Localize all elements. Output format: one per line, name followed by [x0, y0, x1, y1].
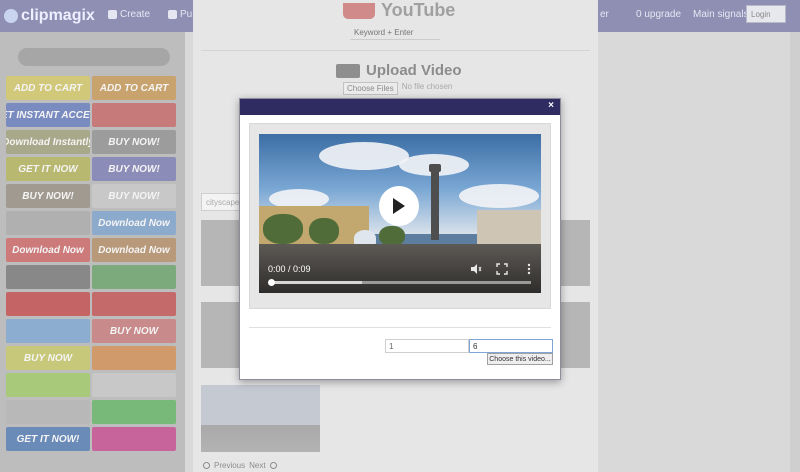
logo-text: clipmagix [21, 7, 95, 24]
video-frame-tree [309, 218, 339, 244]
divider [201, 50, 590, 51]
ad-button[interactable] [92, 373, 176, 397]
video-frame-tree [263, 214, 303, 244]
nav-publish[interactable]: Pu [168, 9, 192, 20]
ad-button[interactable]: BUY NOW! [92, 184, 176, 208]
ad-button[interactable] [92, 265, 176, 289]
ad-button[interactable]: ADD TO CART [6, 76, 90, 100]
ad-button[interactable] [6, 319, 90, 343]
play-button[interactable] [379, 186, 419, 226]
next-icon [269, 462, 277, 469]
choose-video-button[interactable]: Choose this video... [487, 353, 553, 365]
ad-button[interactable] [6, 211, 90, 235]
video-thumbnail[interactable] [560, 302, 590, 368]
ad-button[interactable]: Download Now [6, 238, 90, 262]
ad-button[interactable]: BUY NOW! [92, 130, 176, 154]
pagination: Previous Next [203, 461, 277, 470]
ad-button[interactable]: Download Now [92, 211, 176, 235]
keyword-search-input[interactable] [350, 26, 440, 40]
progress-bar[interactable] [271, 281, 531, 284]
ad-button[interactable]: BUY NOW [92, 319, 176, 343]
ad-button[interactable]: GET IT NOW [6, 157, 90, 181]
file-upload-row: Choose Files No file chosen [343, 82, 452, 95]
ad-button[interactable]: BUY NOW [6, 346, 90, 370]
ad-button[interactable]: Download Now [92, 238, 176, 262]
ad-button[interactable] [92, 346, 176, 370]
ad-button[interactable] [92, 427, 176, 451]
video-thumbnail[interactable] [560, 220, 590, 286]
close-icon[interactable]: × [548, 100, 554, 111]
ad-button[interactable]: GET IT NOW! [6, 427, 90, 451]
logo-icon [4, 9, 18, 23]
video-frame-column [431, 170, 439, 240]
end-frame-input[interactable] [469, 339, 553, 353]
video-frame-cloud [319, 142, 409, 170]
previous-link[interactable]: Previous [214, 461, 245, 470]
page-scrollbar[interactable] [790, 32, 800, 472]
sidebar-search[interactable] [18, 48, 170, 66]
film-camera-icon [336, 63, 360, 78]
nav-signals[interactable]: Main signals [693, 9, 749, 20]
modal-divider [249, 327, 551, 328]
ad-button[interactable] [6, 400, 90, 424]
choose-files-button[interactable]: Choose Files [343, 82, 398, 95]
right-pane [598, 32, 800, 472]
start-frame-input[interactable] [385, 339, 469, 353]
youtube-header: YouTube [343, 0, 455, 21]
nav-user[interactable]: er [600, 9, 609, 20]
ad-button[interactable]: GET INSTANT ACCESS [6, 103, 90, 127]
fullscreen-icon[interactable] [496, 263, 508, 275]
ad-button[interactable]: Download Instantly [6, 130, 90, 154]
nav-upgrade[interactable]: 0 upgrade [636, 9, 681, 20]
login-button[interactable]: Login [746, 5, 786, 23]
youtube-label: YouTube [381, 0, 456, 20]
sidebar: ADD TO CARTADD TO CARTGET INSTANT ACCESS… [0, 32, 185, 472]
video-thumbnail[interactable] [201, 302, 241, 368]
ad-button[interactable]: BUY NOW! [92, 157, 176, 181]
upload-video-heading: Upload Video [336, 62, 462, 79]
video-player[interactable]: 0:00 / 0:09 [259, 134, 541, 293]
ad-button[interactable] [92, 103, 176, 127]
nav-create[interactable]: Create [108, 9, 150, 20]
ad-button[interactable]: ADD TO CART [92, 76, 176, 100]
volume-icon[interactable] [470, 263, 482, 275]
ad-button[interactable]: BUY NOW! [6, 184, 90, 208]
video-frame-tree [379, 226, 405, 246]
time-display: 0:00 / 0:09 [268, 264, 311, 274]
ad-button[interactable] [92, 400, 176, 424]
no-file-label: No file chosen [401, 82, 453, 91]
user-icon [168, 10, 177, 19]
ad-button-grid: ADD TO CARTADD TO CARTGET INSTANT ACCESS… [6, 76, 178, 451]
app-logo[interactable]: clipmagix [4, 4, 95, 28]
ad-button[interactable] [6, 292, 90, 316]
progress-buffer [271, 281, 362, 284]
video-thumbnail[interactable] [201, 385, 320, 452]
video-thumbnail[interactable] [201, 220, 241, 286]
previous-icon [203, 462, 210, 469]
ad-button[interactable] [6, 265, 90, 289]
next-link[interactable]: Next [249, 461, 265, 470]
ad-button[interactable] [6, 373, 90, 397]
youtube-logo-icon [343, 2, 375, 19]
progress-scrubber[interactable] [268, 279, 275, 286]
video-camera-icon [108, 10, 117, 19]
video-preview-modal: × 0:00 / 0:09 1 6 Choose this video... [239, 98, 561, 380]
ad-button[interactable] [92, 292, 176, 316]
play-icon [393, 198, 405, 214]
more-options-icon[interactable] [523, 263, 535, 275]
video-frame-cloud [459, 184, 539, 208]
modal-header: × [240, 99, 560, 115]
